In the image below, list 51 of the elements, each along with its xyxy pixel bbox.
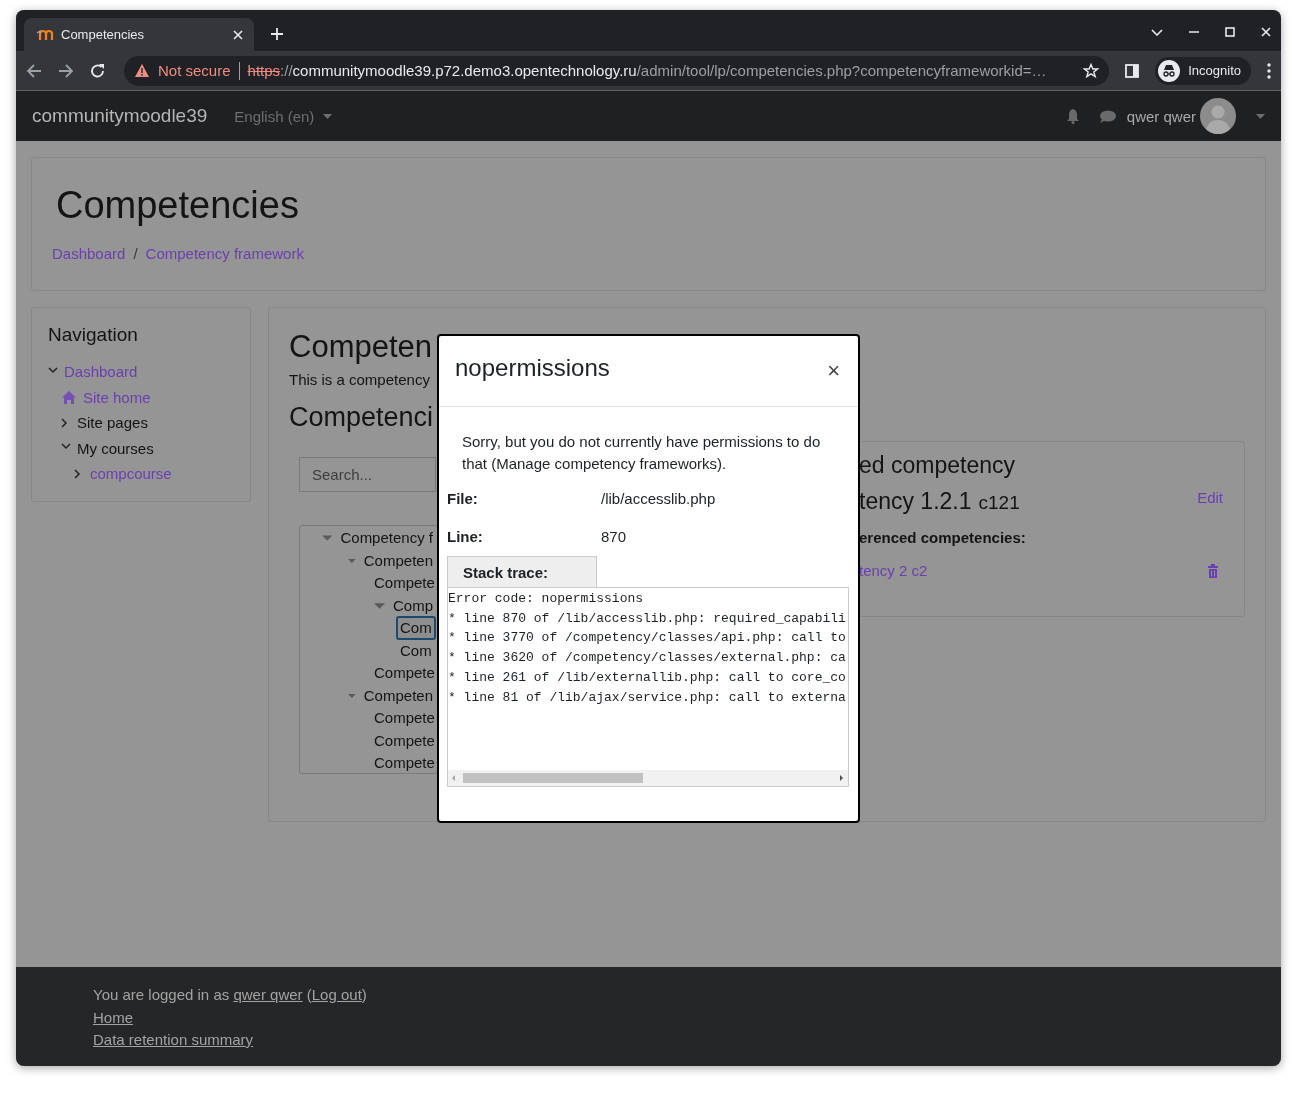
tree-item[interactable]: Compete (370, 751, 439, 776)
field-value: 870 (601, 528, 627, 545)
user-name[interactable]: qwer qwer (1126, 107, 1196, 125)
site-name[interactable]: communitymoodle39 (32, 105, 208, 127)
field-label: File: (447, 490, 479, 507)
framework-title: Competen (289, 328, 433, 366)
tree-item[interactable]: Com (396, 616, 436, 641)
close-button[interactable]: × (823, 358, 844, 384)
stack-trace-line: * line 870 of /lib/accesslib.php: required_capabili (448, 609, 847, 628)
stack-trace-button[interactable]: Stack trace: (447, 556, 597, 587)
tree-item[interactable]: Com (396, 638, 436, 663)
profile-link[interactable]: qwer qwer (233, 986, 303, 1003)
address-bar[interactable]: Not secure https://communitymoodle39.p72.demo3.opentechnology.ru/admin/tool/lp/competencies.php?competencyframeworkid=… (124, 55, 1110, 86)
framework-description: This is a competency (289, 370, 430, 390)
breadcrumb-separator: / (133, 245, 138, 262)
competency-name: tency 1.2.1 (859, 488, 972, 515)
block-title: Navigation (48, 323, 139, 347)
nav-item[interactable]: My courses (77, 439, 154, 457)
stack-trace-line: * line 261 of /lib/externallib.php: call to core_co (448, 668, 847, 687)
url-text[interactable]: https://communitymoodle39.p72.demo3.opentechnology.ru/admin/tool/lp/competencies.php?competencyframeworkid=… (247, 62, 1076, 79)
login-info: You are logged in as qwer qwer (Log out) (93, 985, 367, 1005)
security-label[interactable]: Not secure (158, 61, 240, 80)
nav-item[interactable]: Site pages (77, 414, 148, 432)
tree-item[interactable]: Compete (370, 728, 439, 753)
section-title: Competenci (289, 401, 434, 434)
panel-heading: ed competency (859, 451, 1016, 480)
page-title: Competencies (56, 183, 300, 228)
field-label: Line: (447, 528, 484, 545)
tree-item[interactable]: Comp (389, 593, 437, 618)
tree-item[interactable]: Competen (359, 548, 437, 573)
tree-item[interactable]: Compete (370, 571, 439, 596)
error-message: Sorry, but you do not currently have permissions to do that (Manage competency frameworks). (461, 432, 822, 474)
browser-tab[interactable]: Competencies (24, 18, 254, 51)
search-field[interactable]: Search... (299, 457, 436, 492)
tree-item[interactable]: Compete (370, 661, 439, 686)
stack-trace-line: * line 3620 of /competency/classes/external.php: ca (448, 649, 847, 668)
language-menu[interactable]: English (en) (234, 107, 333, 125)
tree-item[interactable]: Competen (359, 683, 437, 708)
stack-trace-line: * line 3770 of /competency/classes/api.php: call to (448, 629, 847, 648)
profile-button[interactable]: Incognito (1155, 56, 1251, 85)
related-heading: erenced competencies: (859, 529, 1027, 546)
footer-link[interactable]: Home (93, 1008, 133, 1026)
stack-trace-line: Error code: nopermissions (448, 590, 645, 608)
dialog-title: nopermissions (455, 354, 611, 382)
field-value: /lib/accesslib.php (601, 490, 716, 507)
competency-idnumber: c121 (978, 492, 1020, 514)
footer-link[interactable]: Data retention summary (93, 1031, 254, 1048)
logout-link[interactable]: Log out (311, 986, 362, 1003)
tree-item[interactable]: Compete (370, 706, 439, 731)
tree-item[interactable]: Competency f (336, 526, 437, 551)
stack-trace-line: * line 81 of /lib/ajax/service.php: call to externa (448, 688, 847, 707)
